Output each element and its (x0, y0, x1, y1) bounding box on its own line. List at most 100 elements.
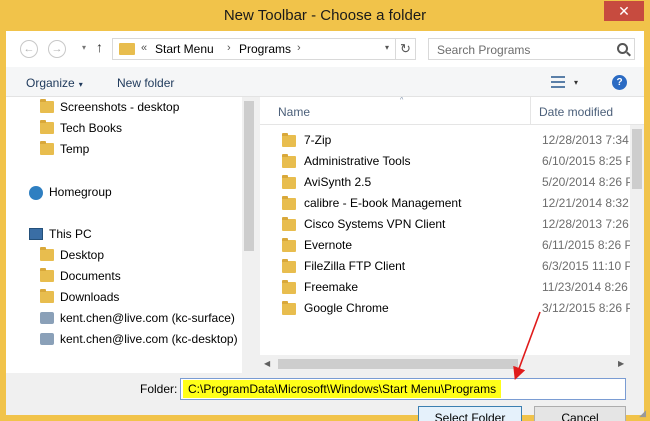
file-row-evernote[interactable]: Evernote 6/11/2015 8:26 P (260, 235, 630, 256)
chevron-down-icon: ▾ (78, 80, 83, 89)
forward-button[interactable]: → (48, 40, 66, 58)
sidebar-item-label: Downloads (60, 290, 120, 304)
new-folder-button[interactable]: New folder (117, 76, 174, 90)
column-header-name[interactable]: Name (278, 105, 310, 119)
file-name: Administrative Tools (304, 154, 411, 168)
folder-label: Folder: (140, 382, 178, 396)
sidebar-item-label: kent.chen@live.com (kc-surface) (60, 311, 235, 325)
sort-ascending-icon: ^ (400, 97, 404, 104)
cancel-button[interactable]: Cancel (534, 406, 626, 421)
folder-icon (282, 154, 296, 168)
file-name: Cisco Systems VPN Client (304, 217, 446, 231)
file-date: 6/11/2015 8:26 P (542, 238, 630, 252)
scrollbar-thumb[interactable] (632, 129, 642, 189)
file-row-cisco-vpn[interactable]: Cisco Systems VPN Client 12/28/2013 7:26 (260, 214, 630, 235)
file-date: 12/21/2014 8:32 (542, 196, 629, 210)
breadcrumb-start-menu[interactable]: Start Menu (155, 42, 214, 56)
column-header-date-modified[interactable]: Date modified (530, 97, 644, 125)
user-icon (40, 333, 54, 345)
folder-icon (282, 259, 296, 273)
file-row-filezilla[interactable]: FileZilla FTP Client 6/3/2015 11:10 P (260, 256, 630, 277)
recent-locations-dropdown[interactable]: ▾ (82, 43, 86, 52)
title-bar[interactable]: New Toolbar - Choose a folder ✕ (0, 0, 650, 31)
folder-icon (282, 175, 296, 189)
sidebar-item-label: Screenshots - desktop (60, 100, 180, 114)
select-folder-button[interactable]: Select Folder (418, 406, 522, 421)
scroll-right-icon[interactable]: ▶ (618, 359, 624, 368)
help-icon[interactable]: ? (612, 75, 627, 90)
search-placeholder: Search Programs (437, 43, 531, 57)
sidebar-item-label: This PC (49, 227, 92, 241)
breadcrumb-separator[interactable]: › (297, 42, 301, 54)
scrollbar-thumb[interactable] (278, 359, 518, 369)
computer-icon (29, 228, 43, 240)
search-input[interactable]: Search Programs (428, 38, 635, 60)
view-options-icon[interactable] (551, 76, 565, 88)
address-bar[interactable]: « Start Menu › Programs › ▾ ↻ (112, 38, 416, 60)
folder-icon (40, 99, 54, 113)
up-button[interactable]: ↑ (96, 39, 103, 55)
sidebar-item-label: Temp (60, 142, 90, 156)
user-icon (40, 312, 54, 324)
vertical-scrollbar[interactable] (630, 125, 644, 373)
navigation-pane: Screenshots - desktop Tech Books Temp Ho… (6, 97, 256, 373)
file-name: calibre - E-book Management (304, 196, 462, 210)
file-date: 11/23/2014 8:26 (542, 280, 628, 294)
homegroup-icon (29, 186, 43, 200)
folder-icon (40, 289, 54, 303)
scrollbar-thumb[interactable] (244, 101, 254, 251)
file-name: Evernote (304, 238, 353, 252)
search-icon[interactable] (617, 43, 628, 54)
dialog-footer: Folder: C:\ProgramData\Microsoft\Windows… (6, 373, 644, 421)
address-row: ← → ▾ ↑ « Start Menu › Programs › ▾ ↻ Se… (6, 31, 644, 67)
file-row-freemake[interactable]: Freemake 11/23/2014 8:26 (260, 277, 630, 298)
sidebar-item-label: Desktop (60, 248, 105, 262)
address-dropdown[interactable]: ▾ (385, 43, 389, 52)
folder-icon (282, 238, 296, 252)
file-date: 6/3/2015 11:10 P (542, 259, 630, 273)
sidebar-item-label: Homegroup (49, 185, 112, 199)
folder-icon (40, 141, 54, 155)
file-date: 6/10/2015 8:25 P (542, 154, 630, 168)
file-row-administrative-tools[interactable]: Administrative Tools 6/10/2015 8:25 P (260, 151, 630, 172)
folder-icon (40, 268, 54, 282)
resize-grip-icon[interactable]: ◢ (639, 408, 646, 419)
folder-icon (282, 280, 296, 294)
file-name: Freemake (304, 280, 359, 294)
column-header-row: Name ^ Date modified (260, 97, 644, 125)
file-row-avisynth[interactable]: AviSynth 2.5 5/20/2014 8:26 P (260, 172, 630, 193)
close-button[interactable]: ✕ (604, 1, 644, 21)
file-name: 7-Zip (304, 133, 332, 147)
folder-icon (282, 301, 296, 315)
sidebar-item-label: kent.chen@live.com (kc-desktop) (60, 332, 238, 346)
folder-icon (40, 247, 54, 261)
file-date: 12/28/2013 7:34 (542, 133, 629, 147)
back-button[interactable]: ← (20, 40, 38, 58)
file-row-7-zip[interactable]: 7-Zip 12/28/2013 7:34 (260, 130, 630, 151)
address-overflow[interactable]: « (141, 42, 147, 54)
file-date: 12/28/2013 7:26 (542, 217, 629, 231)
organize-button[interactable]: Organize ▾ (26, 76, 83, 90)
view-options-dropdown[interactable]: ▾ (574, 78, 578, 87)
sidebar-item-label: Documents (60, 269, 121, 283)
scroll-left-icon[interactable]: ◀ (264, 359, 270, 368)
command-bar: Organize ▾ New folder ▾ ? (6, 67, 644, 97)
file-row-google-chrome[interactable]: Google Chrome 3/12/2015 8:26 P (260, 298, 630, 319)
folder-path-input[interactable]: C:\ProgramData\Microsoft\Windows\Start M… (180, 378, 626, 400)
file-name: Google Chrome (304, 301, 389, 315)
organize-label: Organize (26, 76, 75, 90)
file-date: 3/12/2015 8:26 P (542, 301, 630, 315)
navigation-scrollbar[interactable] (242, 97, 256, 373)
folder-icon (40, 120, 54, 134)
refresh-icon[interactable]: ↻ (395, 39, 415, 59)
sidebar-item-label: Tech Books (60, 121, 123, 135)
breadcrumb-separator[interactable]: › (227, 42, 231, 54)
file-name: FileZilla FTP Client (304, 259, 406, 273)
horizontal-scrollbar[interactable]: ◀ ▶ (260, 355, 630, 373)
folder-icon (282, 196, 296, 210)
breadcrumb-programs[interactable]: Programs (239, 42, 291, 56)
file-row-calibre[interactable]: calibre - E-book Management 12/21/2014 8:… (260, 193, 630, 214)
window-title: New Toolbar - Choose a folder (223, 7, 427, 24)
dialog-window: New Toolbar - Choose a folder ✕ ← → ▾ ↑ … (0, 0, 650, 421)
folder-path-value: C:\ProgramData\Microsoft\Windows\Start M… (183, 380, 502, 398)
